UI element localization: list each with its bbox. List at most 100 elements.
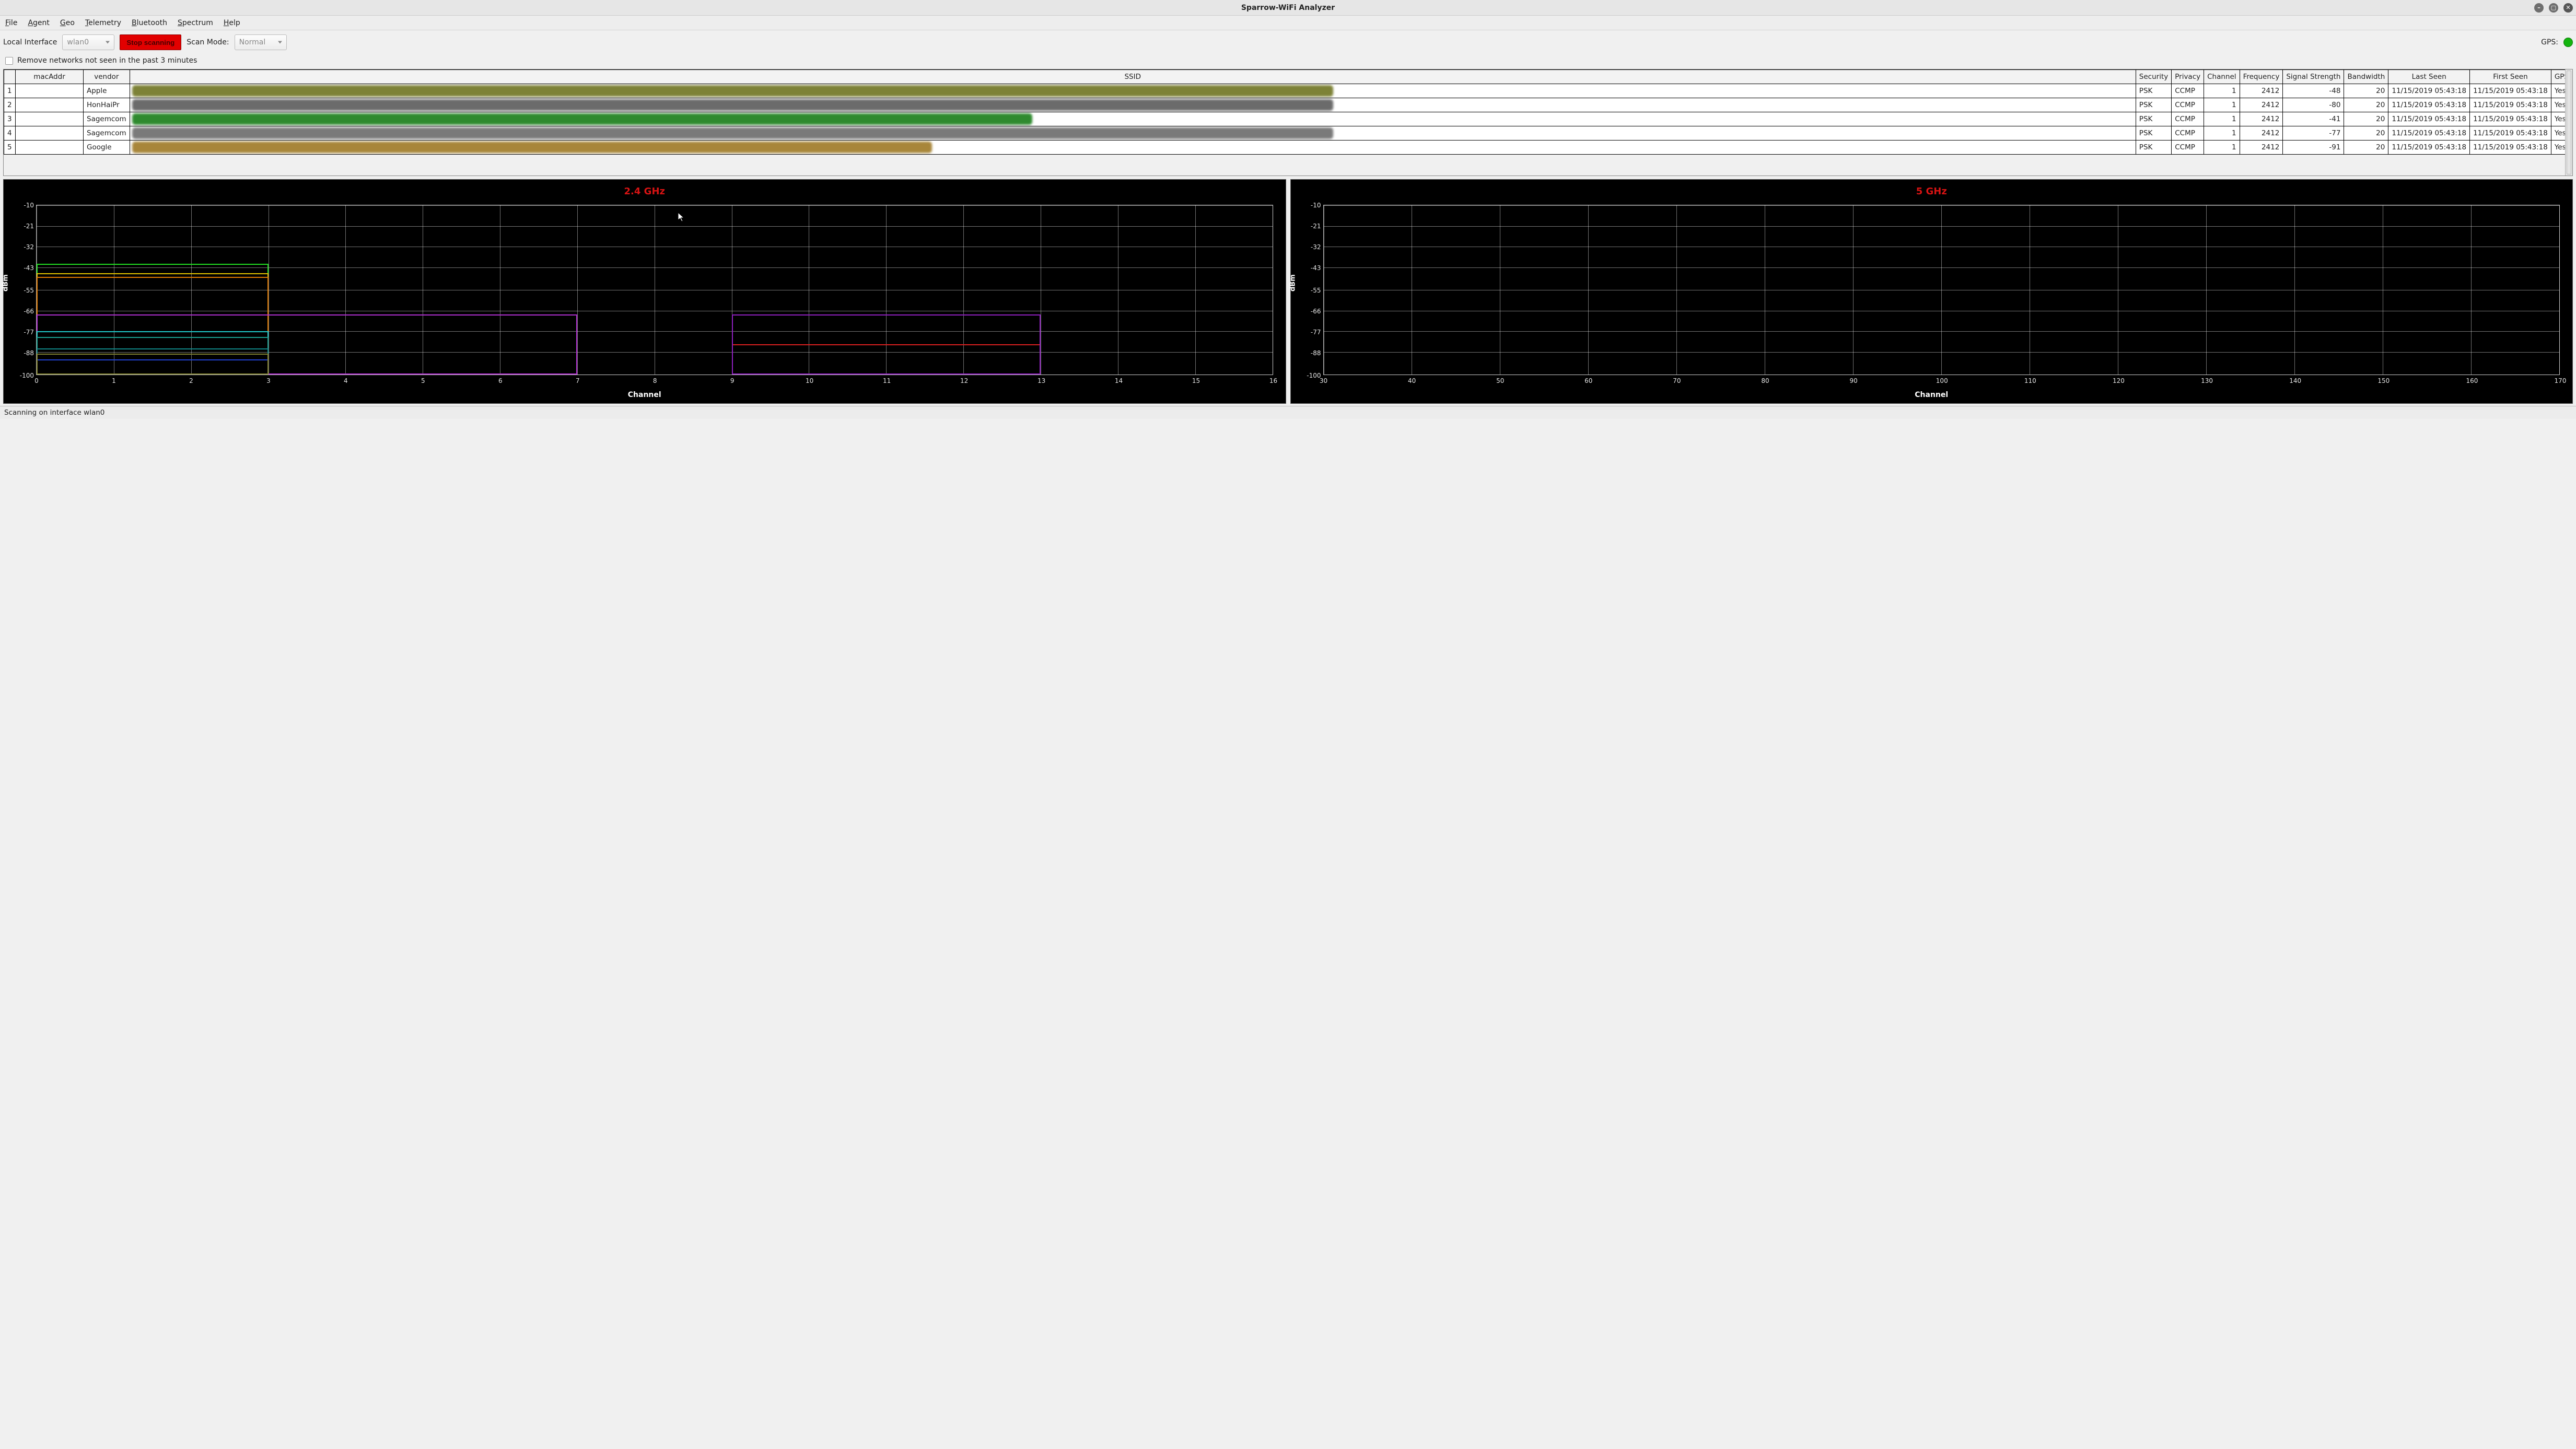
col-header-first-seen[interactable]: First Seen [2470,70,2551,84]
xtick: 140 [2289,377,2301,384]
ytick: -43 [1291,264,1321,272]
xtick: 50 [1496,377,1504,384]
menu-file[interactable]: File [3,18,19,28]
chart-24ghz-title: 2.4 GHz [4,186,1286,197]
ytick: -66 [4,308,34,315]
ytick: -88 [1291,349,1321,357]
charts-row: 2.4 GHz dBm Channel -10-21-32-43-55-66-7… [3,179,2573,404]
ytick: -32 [1291,243,1321,251]
xtick: 12 [960,377,968,384]
menu-help[interactable]: Help [222,18,242,28]
xtick: 80 [1761,377,1769,384]
xtick: 3 [266,377,271,384]
xtick: 11 [883,377,891,384]
ytick: -77 [4,329,34,336]
remove-networks-row: Remove networks not seen in the past 3 m… [0,54,2576,69]
table-row[interactable]: 1ApplePSKCCMP12412-482011/15/2019 05:43:… [4,84,2572,98]
xtick: 14 [1115,377,1123,384]
titlebar: Sparrow-WiFi Analyzer – ▢ ✕ [0,0,2576,16]
chart-5ghz: 5 GHz dBm Channel -10-21-32-43-55-66-77-… [1290,179,2573,404]
xtick: 40 [1408,377,1416,384]
gps-indicator-icon [2563,38,2573,47]
minimize-button[interactable]: – [2534,3,2544,13]
scan-toggle-button[interactable]: Stop scanning [120,34,181,50]
col-header-macaddr[interactable]: macAddr [16,70,84,84]
xtick: 110 [2024,377,2036,384]
xtick: 130 [2201,377,2213,384]
col-header-bandwidth[interactable]: Bandwidth [2344,70,2388,84]
table-row[interactable]: 4SagemcomPSKCCMP12412-772011/15/2019 05:… [4,126,2572,141]
toolbar: Local Interface wlan0 Stop scanning Scan… [0,30,2576,54]
xtick: 15 [1192,377,1200,384]
ytick: -21 [4,223,34,230]
signal-ch11-purple [732,314,1041,375]
menubar: File Agent Geo Telemetry Bluetooth Spectrum He… [0,16,2576,30]
xtick: 4 [344,377,348,384]
ytick: -100 [1291,372,1321,379]
networks-table[interactable]: macAddrvendorSSIDSecurityPrivacyChannelF… [4,69,2572,155]
col-header-security[interactable]: Security [2136,70,2171,84]
scan-mode-select[interactable]: Normal [235,34,287,50]
xtick: 6 [498,377,503,384]
status-text: Scanning on interface wlan0 [4,408,104,417]
ytick: -55 [1291,287,1321,294]
ytick: -88 [4,349,34,357]
scan-mode-value: Normal [239,38,266,46]
xtick: 100 [1936,377,1948,384]
col-header-ssid[interactable]: SSID [130,70,2136,84]
menu-telemetry[interactable]: Telemetry [83,18,123,28]
table-row[interactable]: 5GooglePSKCCMP12412-912011/15/2019 05:43… [4,141,2572,155]
col-header-signal-strength[interactable]: Signal Strength [2283,70,2344,84]
signal-ch1-olive [37,354,269,375]
chart-5ghz-title: 5 GHz [1291,186,2573,197]
xtick: 2 [189,377,193,384]
xtick: 16 [1269,377,1277,384]
ytick: -100 [4,372,34,379]
col-header-last-seen[interactable]: Last Seen [2388,70,2470,84]
networks-table-wrap: macAddrvendorSSIDSecurityPrivacyChannelF… [3,69,2573,176]
xtick: 30 [1320,377,1327,384]
xtick: 13 [1038,377,1045,384]
ytick: -10 [1291,202,1321,209]
table-row[interactable]: 3SagemcomPSKCCMP12412-412011/15/2019 05:… [4,112,2572,126]
menu-agent[interactable]: Agent [26,18,51,28]
xtick: 1 [112,377,116,384]
ytick: -43 [4,264,34,272]
xtick: 170 [2555,377,2567,384]
chart-5ghz-plot [1323,205,2560,375]
menu-bluetooth[interactable]: Bluetooth [130,18,169,28]
rownum-header[interactable] [4,70,16,84]
ytick: -55 [4,287,34,294]
xtick: 60 [1584,377,1592,384]
remove-networks-label: Remove networks not seen in the past 3 m… [17,56,197,65]
col-header-frequency[interactable]: Frequency [2240,70,2283,84]
xtick: 7 [576,377,580,384]
col-header-vendor[interactable]: vendor [84,70,130,84]
window-title: Sparrow-WiFi Analyzer [1241,4,1335,12]
menu-geo[interactable]: Geo [58,18,77,28]
xtick: 0 [34,377,39,384]
xtick: 9 [730,377,735,384]
maximize-button[interactable]: ▢ [2549,3,2558,13]
ytick: -10 [4,202,34,209]
interface-select[interactable]: wlan0 [62,34,114,50]
scan-mode-label: Scan Mode: [187,38,229,46]
col-header-channel[interactable]: Channel [2204,70,2240,84]
chart-24ghz-xlabel: Channel [4,391,1286,399]
chart-5ghz-xlabel: Channel [1291,391,2573,399]
ytick: -77 [1291,329,1321,336]
col-header-privacy[interactable]: Privacy [2172,70,2204,84]
table-row[interactable]: 2HonHaiPrPSKCCMP12412-802011/15/2019 05:… [4,98,2572,112]
menu-spectrum[interactable]: Spectrum [176,18,215,28]
remove-networks-checkbox[interactable] [5,57,13,65]
gps-label: GPS: [2541,38,2558,46]
xtick: 70 [1673,377,1681,384]
chart-24ghz-plot [36,205,1273,375]
xtick: 120 [2113,377,2125,384]
table-scrollbar[interactable] [2565,69,2572,176]
xtick: 160 [2466,377,2478,384]
xtick: 90 [1850,377,1858,384]
close-button[interactable]: ✕ [2563,3,2573,13]
ytick: -32 [4,243,34,251]
xtick: 150 [2377,377,2389,384]
